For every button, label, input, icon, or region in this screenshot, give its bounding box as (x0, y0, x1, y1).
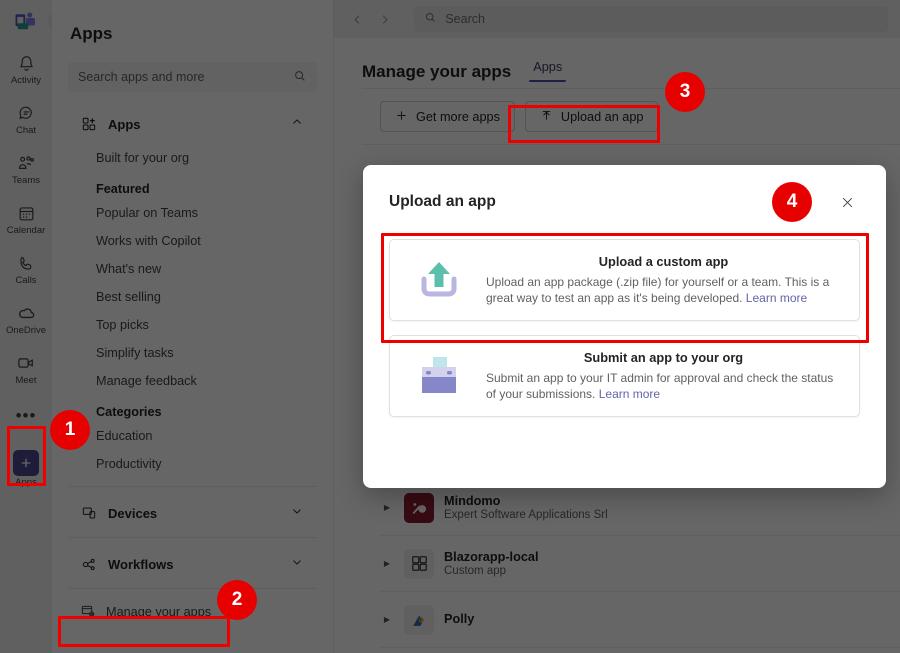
screenshot-root: RO Activity Chat (0, 0, 900, 653)
submit-an-app-to-your-org-card[interactable]: Submit an app to your org Submit an app … (389, 335, 860, 417)
learn-more-link[interactable]: Learn more (599, 387, 660, 401)
close-icon[interactable] (834, 189, 860, 215)
highlight-box-upload-a-custom-app-card (381, 233, 869, 343)
highlight-box-upload-an-app-button (508, 105, 660, 143)
annotation-bubble-4: 4 (772, 182, 812, 222)
card-title: Submit an app to your org (486, 350, 841, 365)
dialog-title: Upload an app (389, 193, 496, 211)
submit-box-icon (408, 353, 470, 399)
annotation-bubble-1: 1 (50, 410, 90, 450)
highlight-box-apps-rail (7, 426, 46, 486)
highlight-box-manage-your-apps (58, 616, 230, 647)
annotation-bubble-2: 2 (217, 580, 257, 620)
card-body: Submit an app to your org Submit an app … (486, 350, 841, 402)
card-description: Submit an app to your IT admin for appro… (486, 370, 841, 402)
annotation-bubble-3: 3 (665, 72, 705, 112)
